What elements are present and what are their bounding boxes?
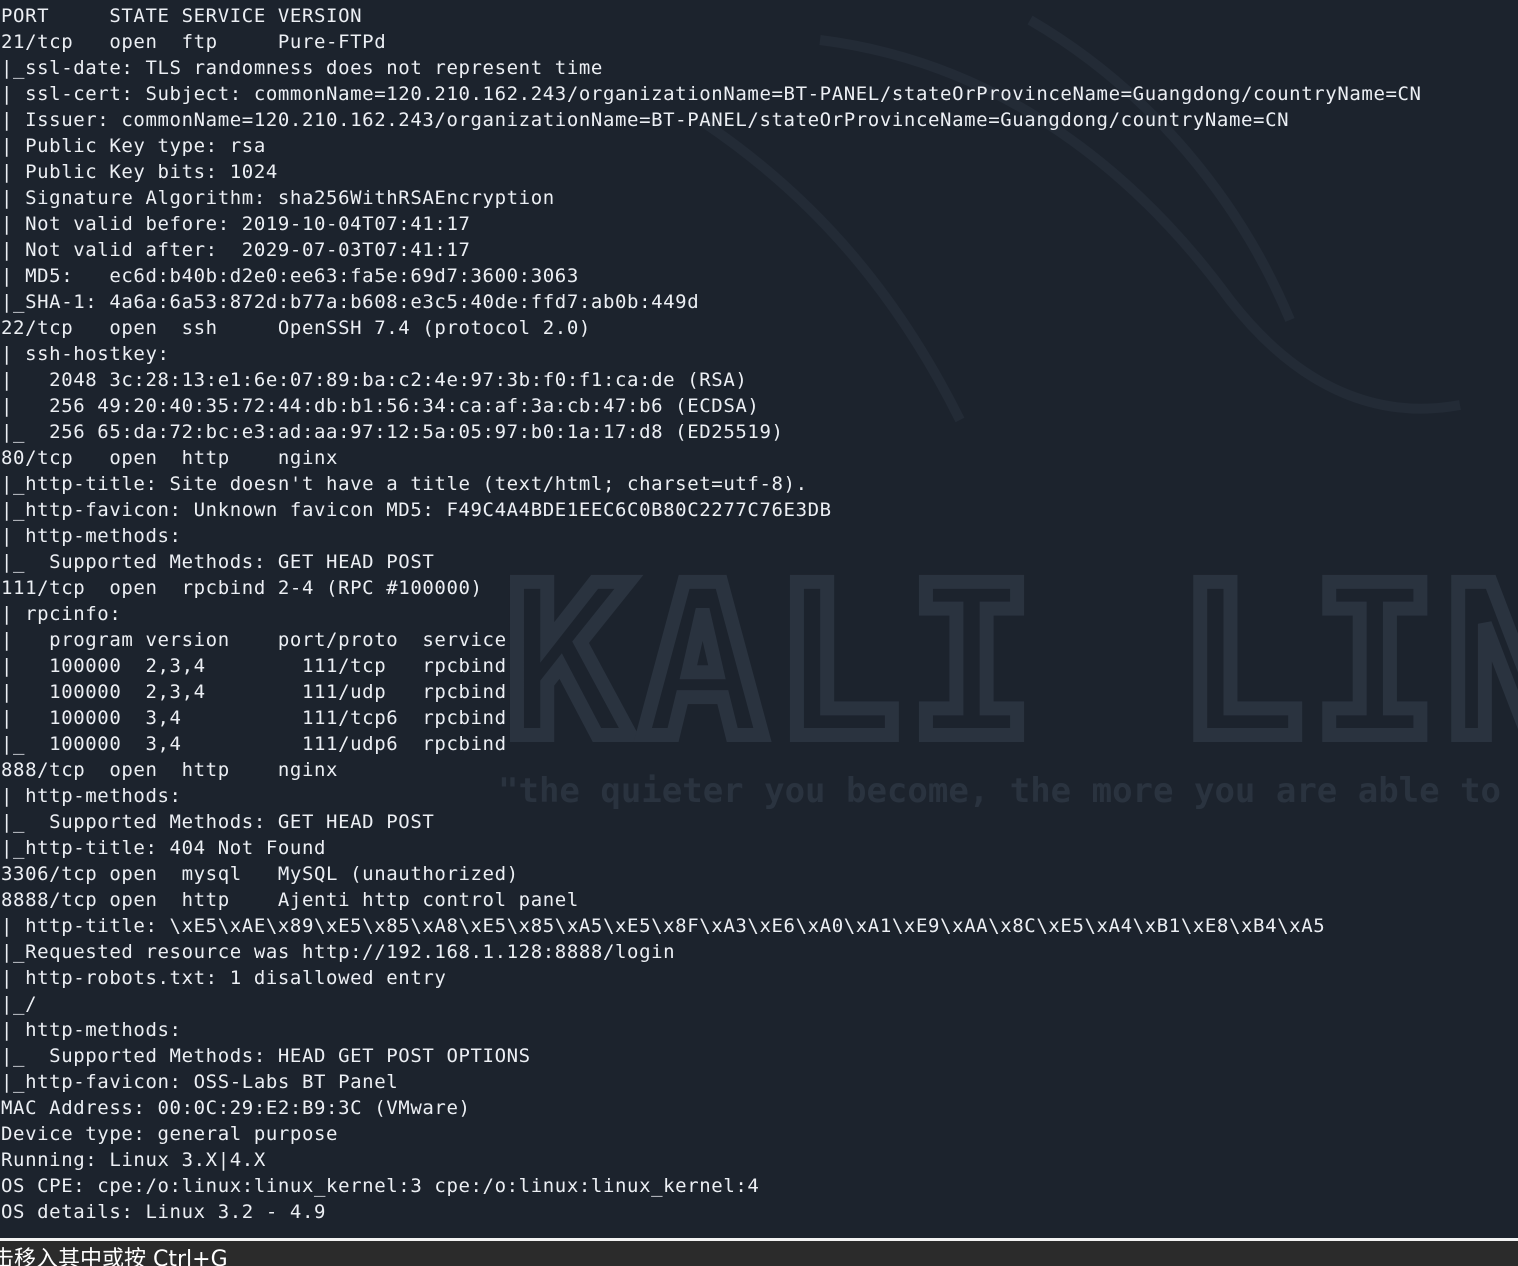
terminal-window[interactable]: KALI LINUX "the quieter you become, the … bbox=[0, 0, 1518, 1240]
terminal-line: | Not valid before: 2019-10-04T07:41:17 bbox=[1, 213, 471, 235]
terminal-line: |_http-favicon: OSS-Labs BT Panel bbox=[1, 1071, 399, 1093]
terminal-line: | 100000 2,3,4 111/udp rpcbind bbox=[1, 681, 507, 703]
terminal-line: 22/tcp open ssh OpenSSH 7.4 (protocol 2.… bbox=[1, 317, 591, 339]
terminal-line: | Issuer: commonName=120.210.162.243/org… bbox=[1, 109, 1290, 131]
terminal-line: | Signature Algorithm: sha256WithRSAEncr… bbox=[1, 187, 555, 209]
terminal-line: |_Requested resource was http://192.168.… bbox=[1, 941, 676, 963]
terminal-line: Device type: general purpose bbox=[1, 1123, 339, 1145]
terminal-line: |_ 256 65:da:72:bc:e3:ad:aa:97:12:5a:05:… bbox=[1, 421, 784, 443]
terminal-line: 80/tcp open http nginx bbox=[1, 447, 339, 469]
terminal-line: | 256 49:20:40:35:72:44:db:b1:56:34:ca:a… bbox=[1, 395, 760, 417]
nmap-output: PORT STATE SERVICE VERSION 21/tcp open ft… bbox=[1, 3, 1422, 1225]
terminal-line: |_ Supported Methods: HEAD GET POST OPTI… bbox=[1, 1045, 531, 1067]
terminal-line: OS details: Linux 3.2 - 4.9 bbox=[1, 1201, 327, 1223]
terminal-line: | 2048 3c:28:13:e1:6e:07:89:ba:c2:4e:97:… bbox=[1, 369, 748, 391]
terminal-line: 21/tcp open ftp Pure-FTPd bbox=[1, 31, 387, 53]
terminal-line: |_http-title: 404 Not Found bbox=[1, 837, 327, 859]
terminal-line: 888/tcp open http nginx bbox=[1, 759, 339, 781]
terminal-line: | Not valid after: 2029-07-03T07:41:17 bbox=[1, 239, 471, 261]
terminal-line: | 100000 3,4 111/tcp6 rpcbind bbox=[1, 707, 507, 729]
terminal-line: |_SHA-1: 4a6a:6a53:872d:b77a:b608:e3c5:4… bbox=[1, 291, 700, 313]
terminal-line: | 100000 2,3,4 111/tcp rpcbind bbox=[1, 655, 507, 677]
terminal-line: |_/ bbox=[1, 993, 38, 1015]
terminal-line: | http-methods: bbox=[1, 785, 182, 807]
terminal-line: |_http-title: Site doesn't have a title … bbox=[1, 473, 808, 495]
terminal-line: MAC Address: 00:0C:29:E2:B9:3C (VMware) bbox=[1, 1097, 471, 1119]
terminal-line: | http-title: \xE5\xAE\x89\xE5\x85\xA8\x… bbox=[1, 915, 1326, 937]
terminal-line: | http-methods: bbox=[1, 525, 182, 547]
terminal-line: |_ 100000 3,4 111/udp6 rpcbind bbox=[1, 733, 507, 755]
terminal-line: 3306/tcp open mysql MySQL (unauthorized) bbox=[1, 863, 519, 885]
vm-status-bar: 击移入其中或按 Ctrl+G bbox=[0, 1241, 1518, 1266]
terminal-line: PORT STATE SERVICE VERSION bbox=[1, 5, 363, 27]
terminal-line: | http-methods: bbox=[1, 1019, 182, 1041]
terminal-line: | ssh-hostkey: bbox=[1, 343, 170, 365]
terminal-line: | ssl-cert: Subject: commonName=120.210.… bbox=[1, 83, 1422, 105]
terminal-line: | http-robots.txt: 1 disallowed entry bbox=[1, 967, 447, 989]
terminal-line: | Public Key type: rsa bbox=[1, 135, 266, 157]
terminal-line: | Public Key bits: 1024 bbox=[1, 161, 278, 183]
status-hint-text: 击移入其中或按 Ctrl+G bbox=[0, 1247, 228, 1266]
terminal-line: | MD5: ec6d:b40b:d2e0:ee63:fa5e:69d7:360… bbox=[1, 265, 579, 287]
terminal-line: OS CPE: cpe:/o:linux:linux_kernel:3 cpe:… bbox=[1, 1175, 760, 1197]
terminal-line: |_ Supported Methods: GET HEAD POST bbox=[1, 811, 435, 833]
terminal-line: Running: Linux 3.X|4.X bbox=[1, 1149, 266, 1171]
terminal-line: |_ssl-date: TLS randomness does not repr… bbox=[1, 57, 603, 79]
terminal-line: |_http-favicon: Unknown favicon MD5: F49… bbox=[1, 499, 832, 521]
terminal-line: |_ Supported Methods: GET HEAD POST bbox=[1, 551, 435, 573]
terminal-line: | rpcinfo: bbox=[1, 603, 122, 625]
terminal-line: | program version port/proto service bbox=[1, 629, 507, 651]
terminal-line: 8888/tcp open http Ajenti http control p… bbox=[1, 889, 579, 911]
terminal-line: 111/tcp open rpcbind 2-4 (RPC #100000) bbox=[1, 577, 483, 599]
